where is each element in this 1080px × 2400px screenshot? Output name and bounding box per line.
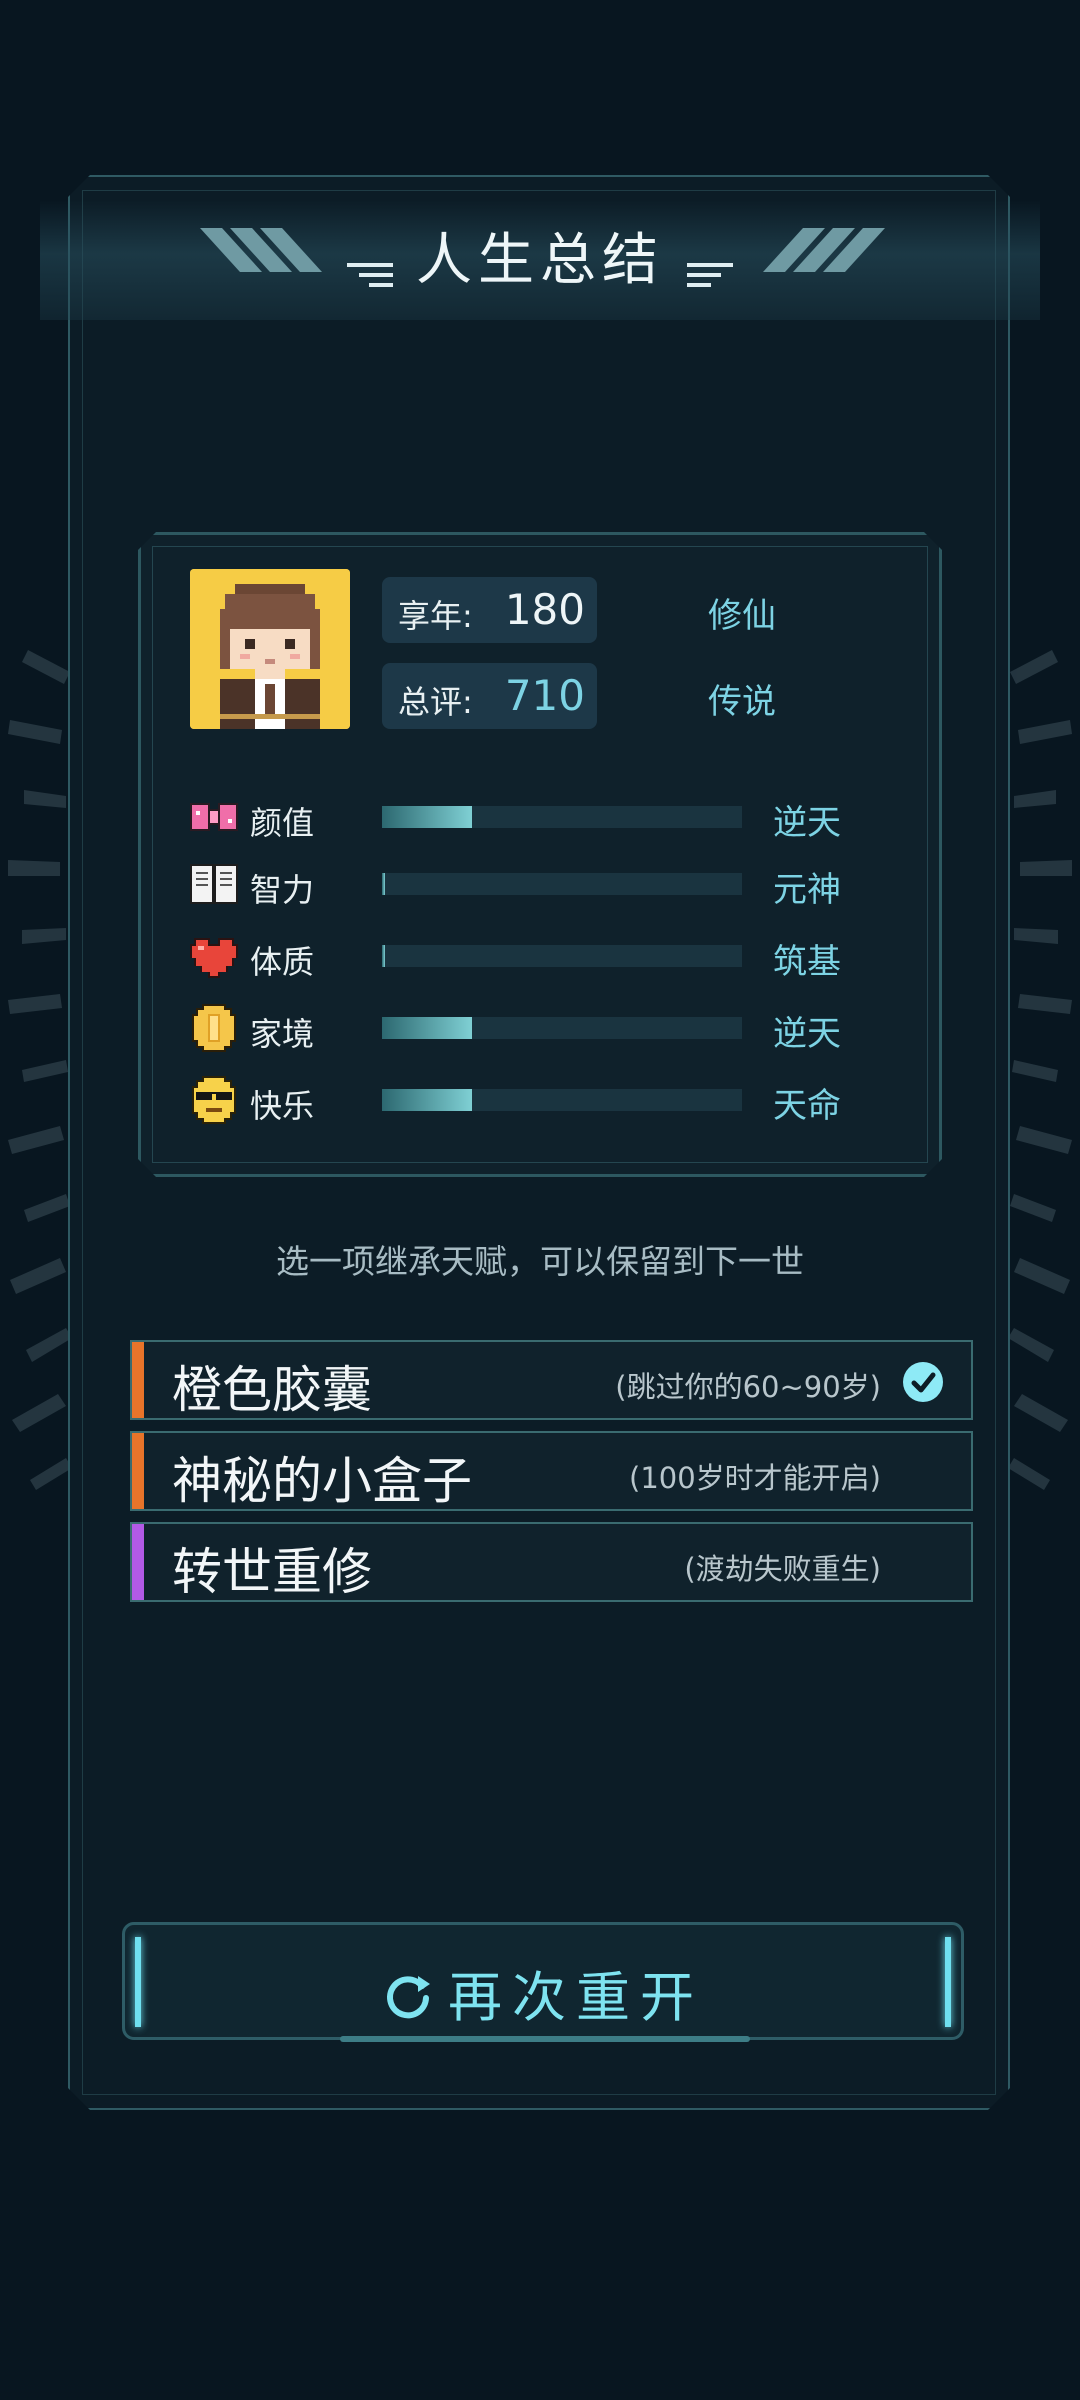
- stat-name: 颜值: [250, 804, 315, 842]
- stat-bar-fill: [382, 945, 385, 967]
- score-tag: 传说: [708, 682, 776, 722]
- page-title: 人生总结: [416, 228, 664, 293]
- stat-rank: 天命: [773, 1086, 841, 1126]
- talent-option-orange-capsule[interactable]: 橙色胶囊 (跳过你的60~90岁): [130, 1340, 973, 1420]
- restart-button[interactable]: 再次重开: [122, 1922, 964, 2040]
- book-icon: [190, 864, 238, 904]
- stat-bar-fill: [382, 806, 472, 828]
- restart-label-row: 再次重开: [125, 1953, 961, 2032]
- coin-icon: [192, 1004, 236, 1052]
- stat-bar-fill: [382, 873, 385, 895]
- age-label: 享年:: [398, 597, 473, 635]
- stat-name: 体质: [250, 943, 315, 981]
- inherit-hint: 选一项继承天赋，可以保留到下一世: [276, 1242, 804, 1281]
- stat-rank: 逆天: [773, 803, 841, 843]
- option-name: 神秘的小盒子: [172, 1452, 472, 1510]
- stat-name: 家境: [250, 1015, 315, 1053]
- stat-name: 智力: [250, 871, 315, 909]
- age-tag: 修仙: [708, 596, 776, 636]
- stat-bar: [382, 806, 742, 828]
- option-name: 转世重修: [172, 1543, 372, 1601]
- avatar: [190, 569, 350, 729]
- age-value: 180: [504, 585, 585, 634]
- option-rarity-stripe: [132, 1524, 144, 1600]
- title-right-lines-icon: [687, 262, 734, 287]
- option-desc: (跳过你的60~90岁): [615, 1370, 881, 1404]
- option-name: 橙色胶囊: [172, 1361, 372, 1419]
- stat-rank: 逆天: [773, 1014, 841, 1054]
- stat-bar: [382, 1089, 742, 1111]
- title-left-lines-icon: [346, 262, 393, 287]
- title-row: 人生总结: [0, 215, 1080, 296]
- stat-bar: [382, 945, 742, 967]
- stat-rank: 筑基: [773, 942, 841, 982]
- bow-icon: [190, 803, 238, 831]
- talent-option-reincarnation[interactable]: 转世重修 (渡劫失败重生): [130, 1522, 973, 1602]
- sunglasses-face-icon: [192, 1076, 236, 1124]
- score-label: 总评:: [398, 683, 473, 721]
- score-value: 710: [504, 671, 585, 720]
- option-desc: (渡劫失败重生): [684, 1552, 881, 1586]
- stat-bar: [382, 1017, 742, 1039]
- stat-bar-fill: [382, 1089, 472, 1111]
- stat-bar-fill: [382, 1017, 472, 1039]
- stat-rank: 元神: [773, 870, 841, 910]
- option-desc: (100岁时才能开启): [629, 1461, 881, 1495]
- restart-label: 再次重开: [448, 1966, 704, 2029]
- option-rarity-stripe: [132, 1342, 144, 1418]
- restart-underline: [340, 2036, 750, 2042]
- stat-name: 快乐: [250, 1087, 315, 1125]
- selected-check-icon: [903, 1362, 943, 1402]
- heart-icon: [190, 938, 238, 978]
- refresh-icon: [387, 1976, 430, 2019]
- option-rarity-stripe: [132, 1433, 144, 1509]
- score-pill: 总评: 710: [382, 663, 597, 729]
- age-pill: 享年: 180: [382, 577, 597, 643]
- talent-option-mystery-box[interactable]: 神秘的小盒子 (100岁时才能开启): [130, 1431, 973, 1511]
- stat-bar: [382, 873, 742, 895]
